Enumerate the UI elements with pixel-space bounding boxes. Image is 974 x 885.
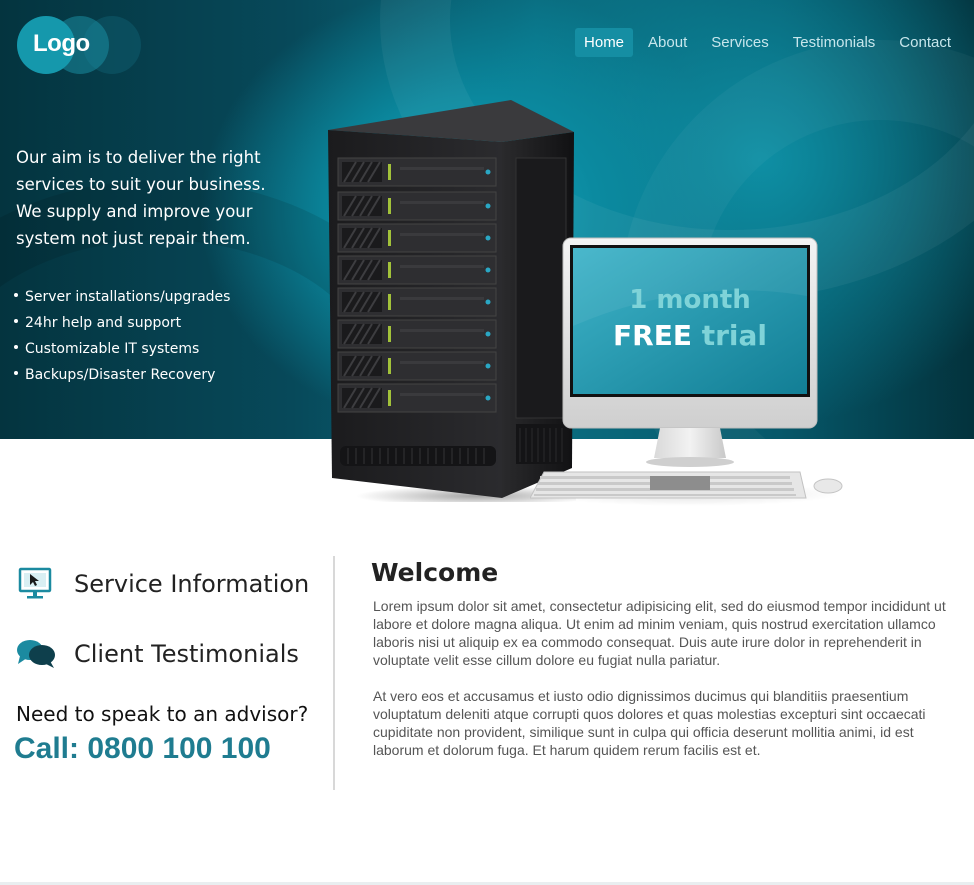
feature-item: 24hr help and support [14,310,230,336]
nav-services[interactable]: Services [702,28,778,57]
monitor-cursor-icon [18,567,52,599]
call-number[interactable]: Call: 0800 100 100 [14,732,271,766]
sidebar-item-label: Service Information [74,570,310,598]
welcome-paragraph: Lorem ipsum dolor sit amet, consectetur … [373,598,946,668]
feature-item: Backups/Disaster Recovery [14,362,230,388]
monitor-illustration [530,237,843,506]
promo-free: FREE [613,319,692,352]
promo-trial: trial [701,319,767,352]
nav-testimonials[interactable]: Testimonials [784,28,885,57]
sidebar-item-service-information[interactable]: Service Information [16,566,309,602]
logo-text: Logo [33,30,90,57]
sidebar-item-label: Client Testimonials [74,640,299,668]
nav-home[interactable]: Home [575,28,634,57]
advisor-prompt: Need to speak to an advisor? [16,702,309,726]
sidebar-item-client-testimonials[interactable]: Client Testimonials [16,636,299,672]
promo-duration: 1 month [629,285,751,315]
nav-contact[interactable]: Contact [890,28,960,57]
column-divider [333,556,335,790]
logo[interactable]: Logo [17,16,141,74]
feature-item: Server installations/upgrades [14,284,230,310]
feature-item: Customizable IT systems [14,336,230,362]
hero-tagline: Our aim is to deliver the right services… [16,148,266,248]
welcome-paragraph: At vero eos et accusamus et iusto odio d… [373,688,926,758]
speech-bubbles-icon [17,640,55,668]
feature-list: Server installations/upgrades 24hr help … [14,284,230,388]
welcome-heading: Welcome [371,558,499,587]
main-nav: Home About Services Testimonials Contact [575,28,960,57]
nav-about[interactable]: About [639,28,696,57]
free-trial-promo[interactable]: 1 month FREE trial [573,282,807,354]
